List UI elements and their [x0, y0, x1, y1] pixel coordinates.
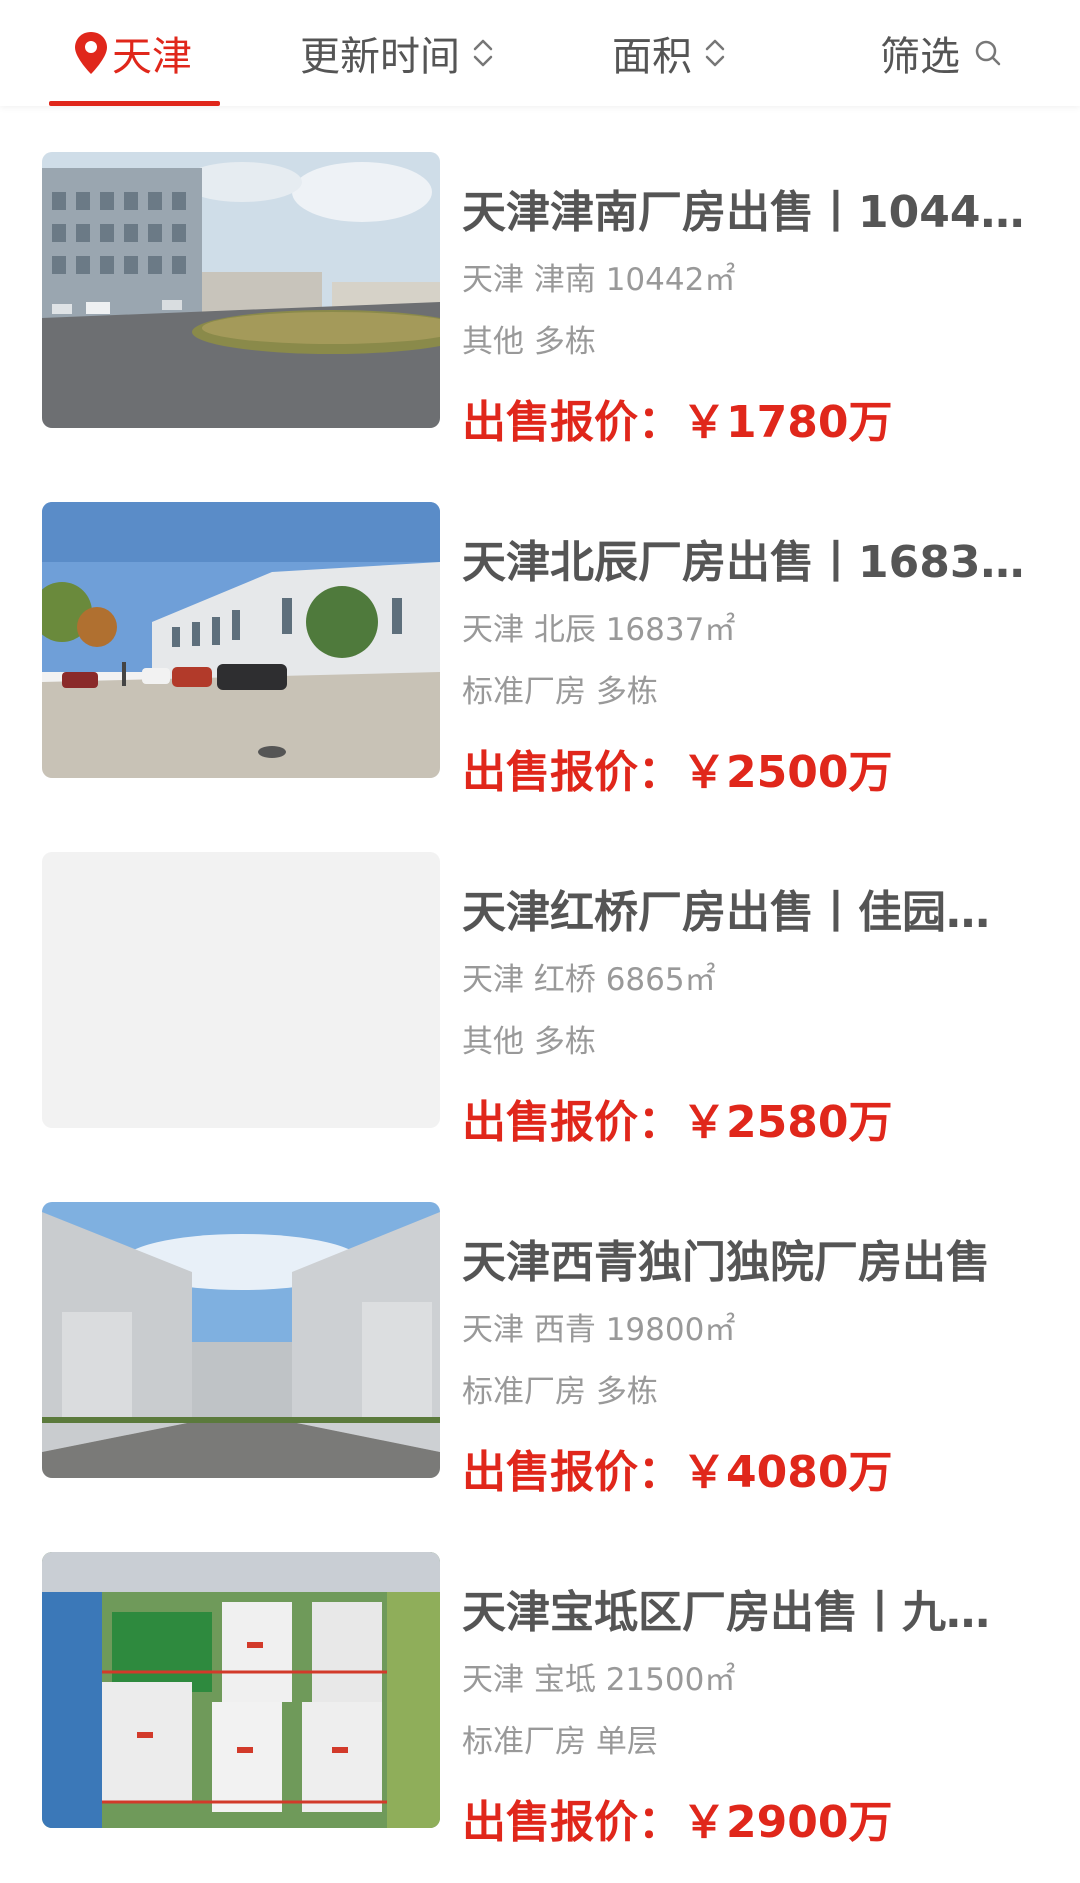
listing-card[interactable]: 天津津南厂房出售丨10442㎡ 天津 津南 10442㎡ 其他 多栋 出售报价：… [0, 106, 1080, 448]
listing-card[interactable]: 天津宝坻区厂房出售丨九… 天津 宝坻 21500㎡ 标准厂房 单层 出售报价：￥… [0, 1506, 1080, 1848]
listing-title: 天津北辰厂房出售丨16837㎡ [462, 537, 1040, 588]
price-label: 出售报价： [462, 1447, 682, 1498]
listing-price: 出售报价：￥1780万 [462, 386, 892, 450]
listing-thumbnail [42, 152, 440, 428]
price-value: ￥4080万 [682, 1447, 893, 1498]
price-value: ￥1780万 [682, 397, 893, 448]
location-pin-icon [75, 32, 107, 74]
filter-button[interactable]: 筛选 [880, 0, 1002, 106]
price-value: ￥2900万 [682, 1797, 893, 1848]
listing-price: 出售报价：￥2500万 [462, 736, 892, 800]
price-label: 出售报价： [462, 1797, 682, 1848]
listing-title: 天津津南厂房出售丨10442㎡ [462, 187, 1040, 238]
listing-type: 其他 多栋 [462, 324, 596, 360]
listing-thumbnail [42, 502, 440, 778]
listing-location: 天津 红桥 6865㎡ [462, 962, 716, 998]
listing-location: 天津 西青 19800㎡ [462, 1312, 736, 1348]
sort-updown-icon [473, 39, 493, 67]
listing-thumbnail-placeholder [42, 852, 440, 1128]
listing-price: 出售报价：￥2580万 [462, 1086, 892, 1150]
listing-price: 出售报价：￥4080万 [462, 1436, 892, 1500]
sort-area[interactable]: 面积 [612, 0, 728, 106]
listing-title: 天津西青独门独院厂房出售 [462, 1237, 990, 1288]
listing-card[interactable]: 天津西青独门独院厂房出售 天津 西青 19800㎡ 标准厂房 多栋 出售报价：￥… [0, 1156, 1080, 1498]
price-label: 出售报价： [462, 1097, 682, 1148]
search-icon [975, 40, 1001, 66]
price-label: 出售报价： [462, 747, 682, 798]
city-label: 天津 [112, 34, 192, 80]
listing-location: 天津 北辰 16837㎡ [462, 612, 736, 648]
listing-price: 出售报价：￥2900万 [462, 1786, 892, 1850]
price-value: ￥2580万 [682, 1097, 893, 1148]
filter-bar: 天津 更新时间 面积 筛选 [0, 0, 1080, 106]
sort-update-time[interactable]: 更新时间 [300, 0, 496, 106]
listing-type: 标准厂房 单层 [462, 1724, 658, 1760]
listing-location: 天津 津南 10442㎡ [462, 262, 736, 298]
price-value: ￥2500万 [682, 747, 893, 798]
price-label: 出售报价： [462, 397, 682, 448]
listing-thumbnail [42, 1552, 440, 1828]
listing-card[interactable]: 天津红桥厂房出售丨佳园… 天津 红桥 6865㎡ 其他 多栋 出售报价：￥258… [0, 806, 1080, 1148]
listing-location: 天津 宝坻 21500㎡ [462, 1662, 736, 1698]
filter-label: 筛选 [880, 34, 960, 80]
sort-area-label: 面积 [612, 34, 692, 80]
listing-type: 其他 多栋 [462, 1024, 596, 1060]
sort-update-time-label: 更新时间 [300, 34, 460, 80]
listing-type: 标准厂房 多栋 [462, 674, 658, 710]
listing-type: 标准厂房 多栋 [462, 1374, 658, 1410]
listing-card[interactable]: 天津北辰厂房出售丨16837㎡ 天津 北辰 16837㎡ 标准厂房 多栋 出售报… [0, 456, 1080, 798]
listing-title: 天津红桥厂房出售丨佳园… [462, 887, 990, 938]
city-selector[interactable]: 天津 [72, 0, 192, 106]
listing-title: 天津宝坻区厂房出售丨九… [462, 1587, 990, 1638]
sort-updown-icon [705, 39, 725, 67]
listing-thumbnail [42, 1202, 440, 1478]
